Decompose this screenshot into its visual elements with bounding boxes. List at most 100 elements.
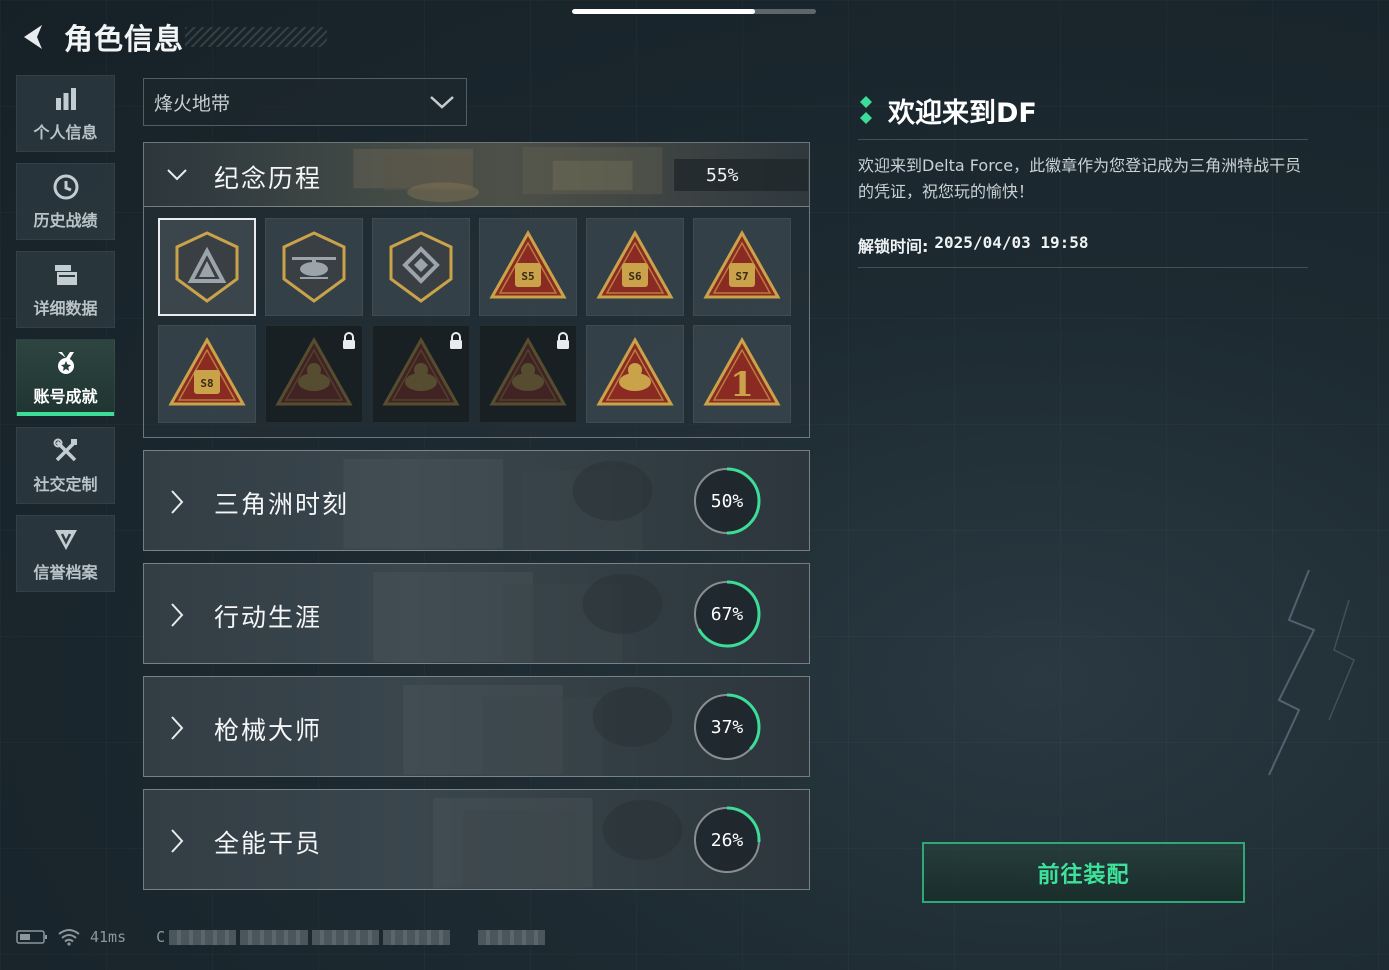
s7-frame-badge-icon: S7 bbox=[703, 229, 781, 299]
chevron-down-icon bbox=[167, 169, 187, 181]
unlock-label: 解锁时间: bbox=[858, 237, 929, 256]
category-title: 枪械大师 bbox=[214, 716, 323, 745]
lock-icon bbox=[450, 332, 462, 349]
locked-tower-badge[interactable] bbox=[265, 325, 363, 423]
detail-title: 欢迎来到DF bbox=[888, 97, 1037, 129]
svg-text:S5: S5 bbox=[521, 270, 534, 283]
chevron-down-icon bbox=[430, 96, 454, 109]
unlock-info: 解锁时间: 2025/04/03 19:58 bbox=[858, 233, 1308, 257]
lightning-decoration bbox=[1268, 569, 1355, 776]
category-percent: 26% bbox=[710, 829, 744, 851]
category-3[interactable]: 枪械大师 37% bbox=[143, 676, 810, 777]
category-progress-ring: 26% bbox=[691, 804, 763, 876]
detail-header: 欢迎来到DF bbox=[858, 88, 1308, 132]
s5-bag-badge-icon: S5 bbox=[489, 229, 567, 299]
s6-fist-badge-icon: S6 bbox=[596, 229, 674, 299]
nav-item-history[interactable]: 历史战绩 bbox=[16, 163, 115, 240]
nav-label: 社交定制 bbox=[33, 474, 98, 494]
category-progress-ring: 67% bbox=[691, 578, 763, 650]
svg-text:1: 1 bbox=[730, 365, 754, 405]
memorial-title: 纪念历程 bbox=[214, 164, 323, 193]
locked-soldier-badge[interactable] bbox=[479, 325, 577, 423]
locked-face-badge[interactable] bbox=[372, 325, 470, 423]
nav-label: 历史战绩 bbox=[33, 210, 98, 230]
folder-stack-icon bbox=[52, 261, 80, 289]
chevron-right-icon bbox=[171, 716, 184, 740]
lock-icon bbox=[343, 332, 355, 349]
clock-icon bbox=[52, 173, 80, 201]
category-progress-ring: 37% bbox=[691, 691, 763, 763]
svg-text:S8: S8 bbox=[200, 377, 213, 390]
number-one-badge[interactable]: 1 bbox=[693, 325, 791, 423]
chevron-right-icon bbox=[171, 603, 184, 627]
s7-frame-badge[interactable]: S7 bbox=[693, 218, 791, 316]
diamond-emblem-badge[interactable] bbox=[372, 218, 470, 316]
category-percent: 67% bbox=[710, 603, 744, 625]
s8-badge[interactable]: S8 bbox=[158, 325, 256, 423]
s5-bag-badge[interactable]: S5 bbox=[479, 218, 577, 316]
go-equip-button[interactable]: 前往装配 bbox=[922, 842, 1245, 903]
top-progress-fill bbox=[572, 9, 755, 14]
chevron-right-icon bbox=[171, 829, 184, 853]
category-title: 行动生涯 bbox=[214, 603, 323, 632]
battery-icon bbox=[16, 930, 47, 944]
nav-item-personal-info[interactable]: 个人信息 bbox=[16, 75, 115, 152]
network-ping: 41ms bbox=[90, 928, 127, 946]
season-dropdown[interactable]: 烽火地带 bbox=[143, 78, 467, 126]
season-dropdown-value: 烽火地带 bbox=[154, 92, 231, 115]
unlock-time: 2025/04/03 19:58 bbox=[934, 233, 1089, 252]
diamond-emblem-badge-icon bbox=[389, 231, 453, 303]
title-hatch-decoration bbox=[185, 27, 327, 47]
nav-label: 信誉档案 bbox=[33, 562, 98, 582]
achievement-detail: 欢迎来到DF 欢迎来到Delta Force，此徽章作为您登记成为三角洲特战干员… bbox=[858, 88, 1308, 268]
uid-redacted bbox=[169, 929, 546, 945]
top-progress-bar bbox=[572, 9, 816, 14]
badge-grid: S5 S6 S7 S8 1 bbox=[158, 218, 798, 423]
s8-badge-icon: S8 bbox=[168, 336, 246, 406]
memorial-percent: 55% bbox=[674, 159, 808, 191]
category-2[interactable]: 行动生涯 67% bbox=[143, 563, 810, 664]
page-title: 角色信息 bbox=[64, 22, 185, 56]
category-4[interactable]: 全能干员 26% bbox=[143, 789, 810, 890]
category-title: 全能干员 bbox=[214, 829, 323, 858]
diamond-marker-icon bbox=[860, 96, 872, 124]
hand-badge[interactable] bbox=[586, 325, 684, 423]
delta-triangle-badge-icon bbox=[175, 231, 239, 303]
back-arrow-icon bbox=[24, 25, 42, 49]
status-bar: 41ms C bbox=[16, 925, 546, 949]
memorial-section: 纪念历程 55% S5 S6 S7 S8 1 bbox=[143, 142, 810, 438]
bar-chart-icon bbox=[52, 85, 80, 113]
nav-label: 账号成就 bbox=[33, 386, 98, 406]
back-button[interactable] bbox=[14, 17, 54, 57]
nav-item-detailed-data[interactable]: 详细数据 bbox=[16, 251, 115, 328]
memorial-section-header[interactable]: 纪念历程 55% bbox=[144, 143, 809, 207]
category-percent: 37% bbox=[710, 716, 744, 738]
helicopter-badge[interactable] bbox=[265, 218, 363, 316]
delta-triangle-badge[interactable] bbox=[158, 218, 256, 316]
shield-credit-icon bbox=[52, 525, 80, 553]
nav-label: 详细数据 bbox=[33, 298, 98, 318]
category-title: 三角洲时刻 bbox=[214, 490, 350, 519]
tools-icon bbox=[52, 437, 80, 465]
category-1[interactable]: 三角洲时刻 50% bbox=[143, 450, 810, 551]
uid-prefix: C bbox=[156, 928, 166, 946]
nav-item-social-custom[interactable]: 社交定制 bbox=[16, 427, 115, 504]
page-header: 角色信息 bbox=[14, 14, 184, 60]
nav-item-credit-file[interactable]: 信誉档案 bbox=[16, 515, 115, 592]
go-equip-label: 前往装配 bbox=[1037, 862, 1130, 888]
svg-text:S7: S7 bbox=[735, 270, 748, 283]
number-one-badge-icon: 1 bbox=[703, 336, 781, 406]
lock-icon bbox=[557, 332, 569, 349]
nav-item-achievements[interactable]: 账号成就 bbox=[16, 339, 115, 416]
divider bbox=[858, 267, 1308, 268]
category-progress-ring: 50% bbox=[691, 465, 763, 537]
category-percent: 50% bbox=[710, 490, 744, 512]
side-nav: 个人信息 历史战绩 详细数据 账号成就 社交定制 信誉档案 bbox=[16, 75, 115, 603]
hand-badge-icon bbox=[596, 336, 674, 406]
helicopter-badge-icon bbox=[282, 231, 346, 303]
svg-text:S6: S6 bbox=[628, 270, 642, 283]
wifi-icon bbox=[58, 929, 80, 946]
detail-description: 欢迎来到Delta Force，此徽章作为您登记成为三角洲特战干员的凭证，祝您玩… bbox=[858, 156, 1302, 201]
s6-fist-badge[interactable]: S6 bbox=[586, 218, 684, 316]
divider bbox=[858, 139, 1308, 140]
